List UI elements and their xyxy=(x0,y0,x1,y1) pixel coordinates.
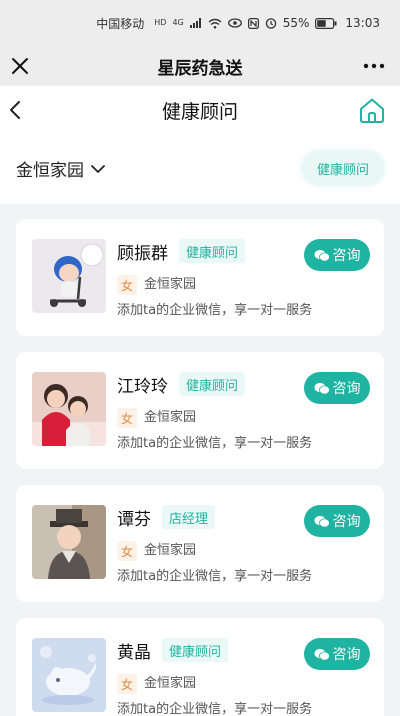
chevron-down-icon xyxy=(91,164,105,173)
page-title: 健康顾问 xyxy=(161,100,238,123)
role-badge: 健康顾问 xyxy=(179,372,246,396)
status-bar: 中国移动 HD 4G 55% 13:03 xyxy=(0,0,400,46)
consult-label: 咨询 xyxy=(332,381,361,397)
avatar xyxy=(32,505,106,579)
filter-bar: 金恒家园 健康顾问 xyxy=(0,134,400,204)
advisor-community: 金恒家园 xyxy=(144,676,197,691)
advisor-name: 黄晶 xyxy=(117,643,151,663)
page-header: 健康顾问 xyxy=(0,86,400,134)
advisor-description: 添加ta的企业微信，享一对一服务 xyxy=(117,569,313,584)
close-icon[interactable] xyxy=(10,54,30,78)
battery-percent: 55% xyxy=(282,16,310,30)
wifi-icon xyxy=(208,18,222,29)
community-dropdown-label: 金恒家园 xyxy=(16,161,84,181)
consult-label: 咨询 xyxy=(332,514,361,530)
miniprogram-bar: 星辰药急送 xyxy=(0,46,400,86)
clock-time: 13:03 xyxy=(345,16,380,30)
advisor-description: 添加ta的企业微信，享一对一服务 xyxy=(117,702,313,716)
role-badge: 健康顾问 xyxy=(179,239,246,263)
consult-button[interactable]: 咨询 xyxy=(304,239,370,271)
wechat-icon xyxy=(314,648,330,660)
advisor-community: 金恒家园 xyxy=(144,277,197,292)
alarm-icon xyxy=(265,17,277,29)
advisor-description: 添加ta的企业微信，享一对一服务 xyxy=(117,436,313,451)
consult-button[interactable]: 咨询 xyxy=(304,372,370,404)
wechat-icon xyxy=(314,382,330,394)
eye-icon xyxy=(227,18,242,28)
community-dropdown[interactable]: 金恒家园 xyxy=(16,156,106,181)
signal-icon xyxy=(189,18,202,28)
advisor-card[interactable]: 黄晶 健康顾问 女 金恒家园 添加ta的企业微信，享一对一服务 咨询 xyxy=(16,618,384,716)
avatar xyxy=(32,239,106,313)
back-arrow-icon[interactable] xyxy=(6,98,26,122)
hd-label: HD xyxy=(154,18,167,27)
gender-tag: 女 xyxy=(117,408,137,428)
advisor-community: 金恒家园 xyxy=(144,410,197,425)
more-icon[interactable] xyxy=(362,54,386,78)
avatar xyxy=(32,638,106,712)
advisor-name: 顾振群 xyxy=(117,244,168,264)
role-filter-chip[interactable]: 健康顾问 xyxy=(302,151,384,185)
consult-label: 咨询 xyxy=(332,647,361,663)
consult-button[interactable]: 咨询 xyxy=(304,505,370,537)
advisor-card[interactable]: 顾振群 健康顾问 女 金恒家园 添加ta的企业微信，享一对一服务 咨询 xyxy=(16,219,384,336)
battery-icon xyxy=(315,17,337,29)
advisor-list: 顾振群 健康顾问 女 金恒家园 添加ta的企业微信，享一对一服务 咨询 江玲玲 … xyxy=(16,219,384,716)
wechat-icon xyxy=(314,249,330,261)
role-badge: 健康顾问 xyxy=(162,638,229,662)
gender-tag: 女 xyxy=(117,674,137,694)
carrier-label: 中国移动 xyxy=(96,16,145,31)
consult-button[interactable]: 咨询 xyxy=(304,638,370,670)
consult-label: 咨询 xyxy=(332,248,361,264)
gender-tag: 女 xyxy=(117,541,137,561)
home-icon[interactable] xyxy=(358,96,386,124)
advisor-description: 添加ta的企业微信，享一对一服务 xyxy=(117,303,313,318)
wechat-icon xyxy=(314,515,330,527)
nfc-icon xyxy=(247,17,259,29)
gender-tag: 女 xyxy=(117,275,137,295)
network-label: 4G xyxy=(172,18,184,27)
advisor-community: 金恒家园 xyxy=(144,543,197,558)
avatar xyxy=(32,372,106,446)
advisor-name: 谭芬 xyxy=(117,510,151,530)
role-badge: 店经理 xyxy=(162,505,216,529)
advisor-card[interactable]: 江玲玲 健康顾问 女 金恒家园 添加ta的企业微信，享一对一服务 咨询 xyxy=(16,352,384,469)
advisor-card[interactable]: 谭芬 店经理 女 金恒家园 添加ta的企业微信，享一对一服务 咨询 xyxy=(16,485,384,602)
advisor-name: 江玲玲 xyxy=(117,377,168,397)
miniprogram-title: 星辰药急送 xyxy=(157,58,243,79)
